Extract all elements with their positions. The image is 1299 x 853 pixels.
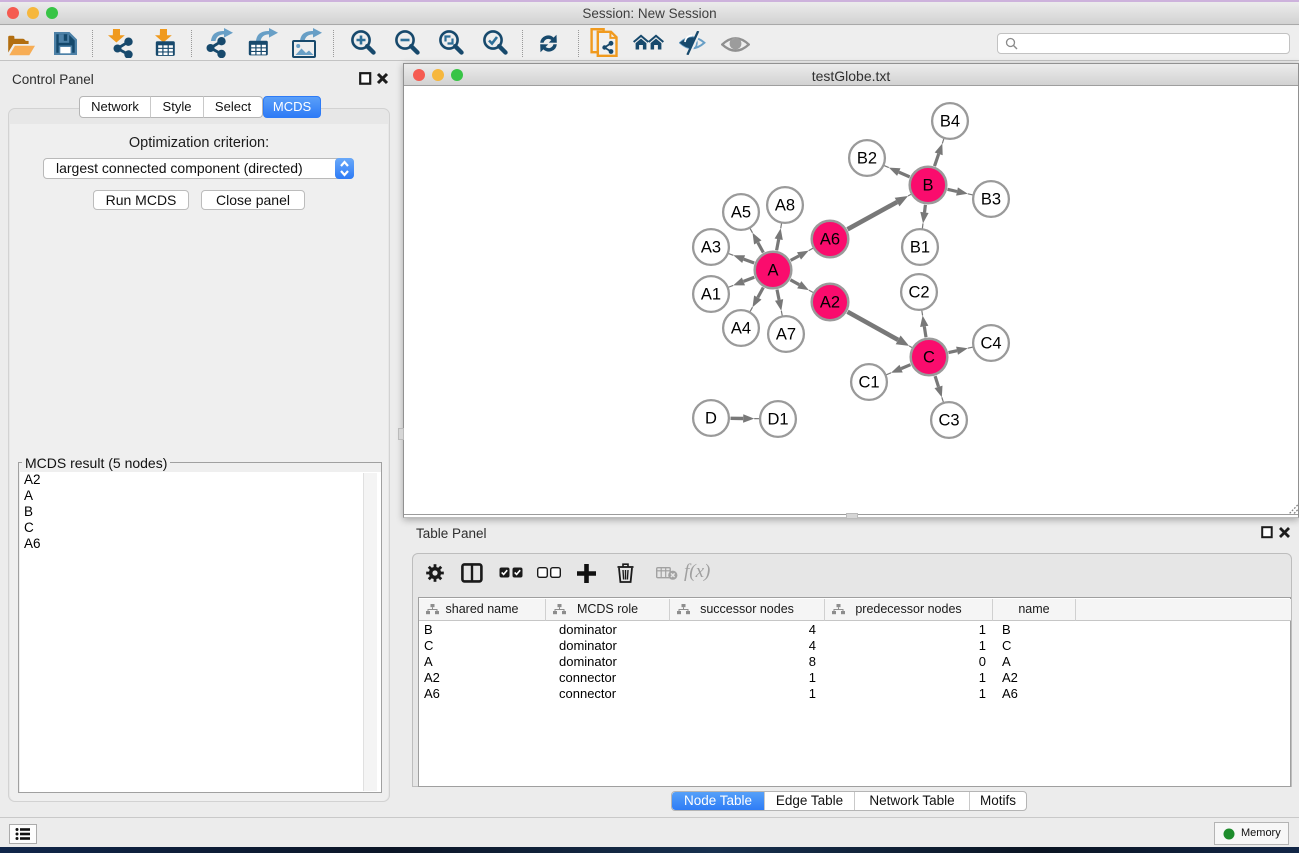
svg-text:A4: A4	[731, 320, 751, 338]
svg-text:C1: C1	[858, 374, 879, 392]
svg-text:A8: A8	[775, 197, 795, 215]
svg-text:C4: C4	[980, 335, 1001, 353]
svg-text:C: C	[923, 349, 935, 367]
svg-text:B4: B4	[940, 113, 960, 131]
svg-text:D1: D1	[767, 411, 788, 429]
svg-text:B1: B1	[910, 239, 930, 257]
svg-text:A5: A5	[731, 204, 751, 222]
svg-text:B3: B3	[981, 191, 1001, 209]
svg-text:C3: C3	[938, 412, 959, 430]
svg-text:C2: C2	[908, 284, 929, 302]
svg-text:A7: A7	[776, 326, 796, 344]
svg-text:A2: A2	[820, 294, 840, 312]
svg-text:A1: A1	[701, 286, 721, 304]
svg-text:B: B	[922, 177, 933, 195]
svg-text:B2: B2	[857, 150, 877, 168]
svg-text:A3: A3	[701, 239, 721, 257]
svg-text:A6: A6	[820, 231, 840, 249]
svg-text:D: D	[705, 410, 717, 428]
svg-text:A: A	[767, 262, 778, 280]
